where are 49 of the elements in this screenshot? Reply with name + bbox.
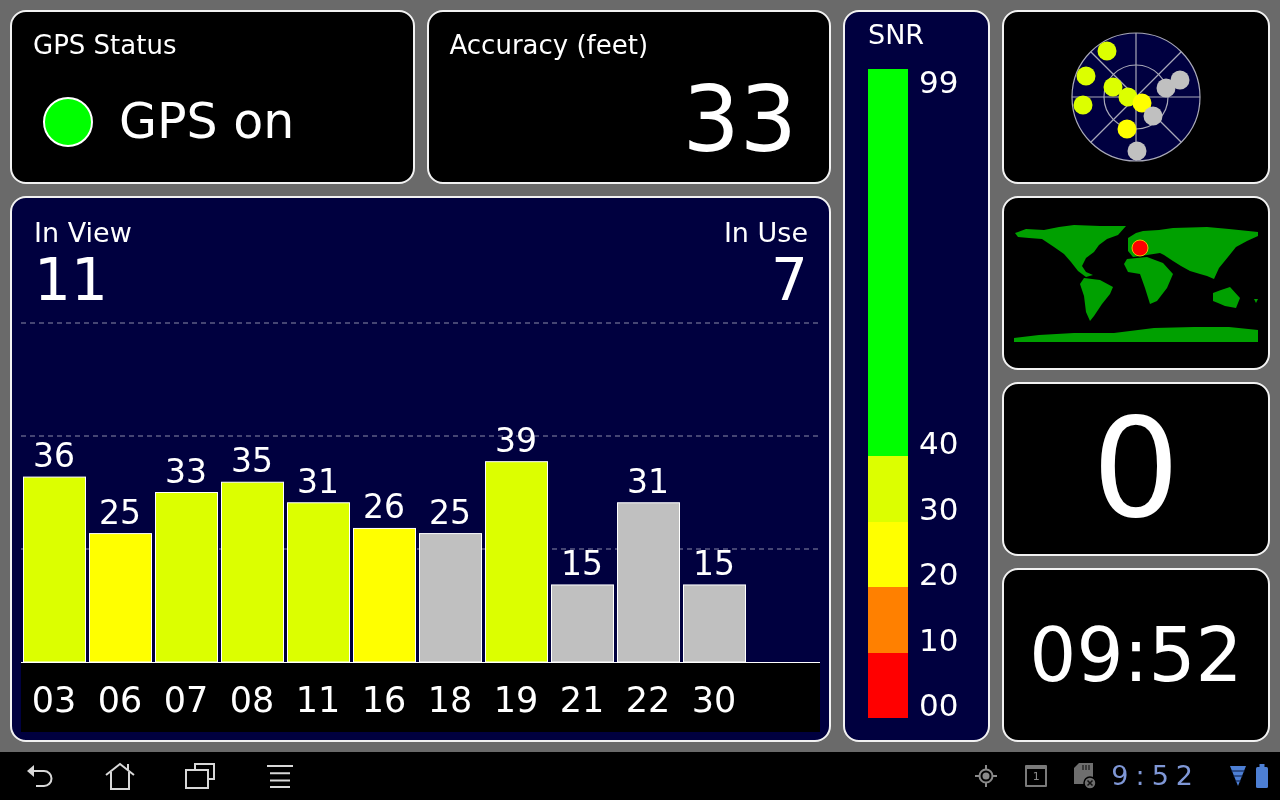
accuracy-value: 33: [682, 75, 797, 165]
signal-value-label: 39: [495, 420, 537, 460]
in-view-label: In View: [34, 217, 132, 249]
wifi-signal-icon: [1230, 765, 1246, 787]
menu-icon: [267, 764, 293, 788]
accuracy-title: Accuracy (feet): [449, 29, 649, 61]
clock-time: 09:52: [1029, 618, 1243, 692]
signal-value-label: 31: [627, 461, 669, 501]
satellite-id-label: 07: [163, 680, 209, 720]
snr-scale-label: 99: [919, 69, 959, 95]
signal-value-label: 25: [429, 492, 471, 532]
snr-scale-label: 00: [919, 692, 959, 718]
satellite-id-label: 11: [295, 680, 341, 720]
satellite-id-label: 16: [361, 680, 407, 720]
satellite-id-label: 08: [229, 680, 275, 720]
snr-scale-label: 10: [919, 626, 959, 653]
snr-scale-label: 20: [919, 561, 959, 587]
satellite-id-label: 21: [559, 680, 605, 720]
signal-value-label: 31: [297, 461, 339, 501]
recent-apps-icon: [185, 763, 215, 789]
signal-value-label: 26: [363, 487, 405, 527]
satellite-id-label: 03: [31, 680, 77, 720]
calendar-icon: 1: [1025, 765, 1048, 787]
in-use-label: In Use: [723, 217, 808, 249]
snr-scale-label: 30: [919, 495, 959, 522]
number-readout: 0: [1092, 400, 1180, 538]
snr-title: SNR: [868, 20, 925, 50]
signal-value-label: 15: [693, 543, 735, 583]
signal-value-label: 33: [165, 451, 207, 491]
in-view-count: 11: [34, 249, 108, 311]
home-icon: [105, 762, 135, 790]
signal-value-label: 25: [99, 492, 141, 532]
satellite-id-label: 19: [493, 680, 539, 720]
back-arrow-icon: [26, 764, 54, 788]
in-use-count: 7: [771, 249, 808, 311]
signal-value-label: 15: [561, 543, 603, 583]
satellite-id-label: 06: [97, 680, 143, 720]
status-bar-time: 9:52: [1111, 761, 1200, 791]
satellite-id-label: 18: [427, 680, 473, 720]
gps-status-title: GPS Status: [33, 29, 177, 61]
signal-value-label: 35: [231, 441, 273, 481]
battery-icon: [1256, 764, 1268, 788]
satellite-id-label: 22: [625, 680, 671, 720]
gps-status-text: GPS on: [119, 92, 295, 152]
sd-card-icon: [1073, 762, 1098, 790]
location-target-icon: [975, 765, 998, 787]
signal-value-label: 36: [33, 436, 75, 476]
snr-scale-label: 40: [919, 430, 959, 456]
satellite-id-label: 30: [691, 680, 737, 720]
